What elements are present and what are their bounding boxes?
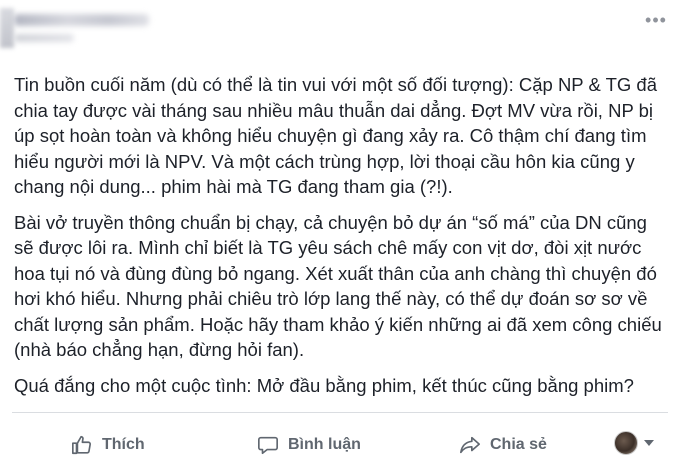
post-card: ••• Tin buồn cuối năm (dù có thể là tin … xyxy=(0,0,680,469)
avatar xyxy=(614,431,638,455)
comment-label: Bình luận xyxy=(288,436,361,453)
share-label: Chia sẻ xyxy=(490,436,547,453)
redacted-post-meta xyxy=(14,34,74,42)
like-button[interactable]: Thích xyxy=(70,425,145,465)
share-icon xyxy=(458,433,482,457)
share-button[interactable]: Chia sẻ xyxy=(458,425,547,465)
comment-icon xyxy=(256,433,280,457)
more-options-icon[interactable]: ••• xyxy=(644,11,668,29)
redacted-avatar xyxy=(0,8,14,48)
reaction-audience-selector[interactable] xyxy=(614,431,654,455)
post-paragraph: Bài vở truyền thông chuẩn bị chạy, cả ch… xyxy=(14,211,662,361)
post-header: ••• xyxy=(0,0,680,62)
chevron-down-icon xyxy=(644,440,654,446)
post-body: Tin buồn cuối năm (dù có thể là tin vui … xyxy=(14,72,666,408)
post-paragraph: Tin buồn cuối năm (dù có thể là tin vui … xyxy=(14,74,658,197)
comment-button[interactable]: Bình luận xyxy=(256,425,361,465)
redacted-author-name xyxy=(14,14,149,26)
post-actions-bar: Thích Bình luận Chia sẻ xyxy=(0,413,680,469)
like-label: Thích xyxy=(102,436,145,453)
thumbs-up-icon xyxy=(70,433,94,457)
post-paragraph: Quá đắng cho một cuộc tình: Mở đầu bằng … xyxy=(14,374,634,396)
